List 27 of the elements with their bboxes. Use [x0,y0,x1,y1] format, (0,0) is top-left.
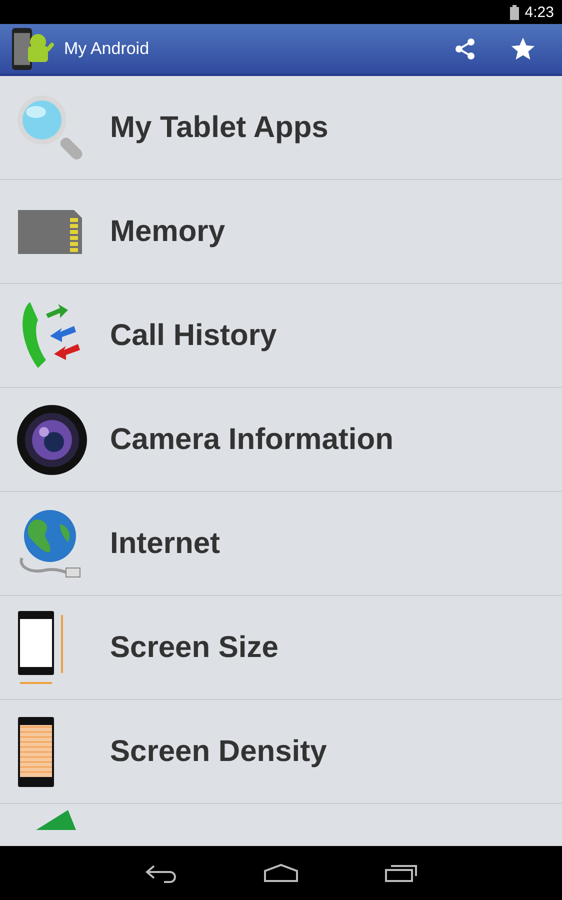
menu-item-label: Memory [110,214,226,248]
battery-icon [510,4,519,20]
menu-item-label: Camera Information [110,422,394,456]
app-title: My Android [64,39,150,59]
phone-size-icon [16,608,66,686]
menu-item[interactable]: My Tablet Apps [0,76,562,180]
menu-item-label: Internet [110,526,220,560]
menu-item[interactable]: Call History [0,284,562,388]
menu-item[interactable]: Camera Information [0,388,562,492]
menu-item-label: My Tablet Apps [110,110,328,144]
android-phone-icon[interactable] [10,26,56,72]
memory-card-icon [16,208,84,256]
menu-item[interactable]: Internet [0,492,562,596]
menu-item-label: Call History [110,318,277,352]
back-icon [144,863,178,883]
menu-item[interactable]: Screen Density [0,700,562,804]
camera-lens-icon [16,404,88,476]
home-icon [263,863,299,883]
clock-time: 4:23 [524,4,554,20]
menu-item[interactable]: Screen Size [0,596,562,700]
menu-item-label: Screen Size [110,630,278,664]
share-icon [453,37,477,61]
star-icon [510,36,536,62]
menu-item-label: Screen Density [110,734,327,768]
recent-apps-icon [384,863,418,883]
phone-grid-icon [16,714,56,788]
menu-item[interactable]: Memory [0,180,562,284]
